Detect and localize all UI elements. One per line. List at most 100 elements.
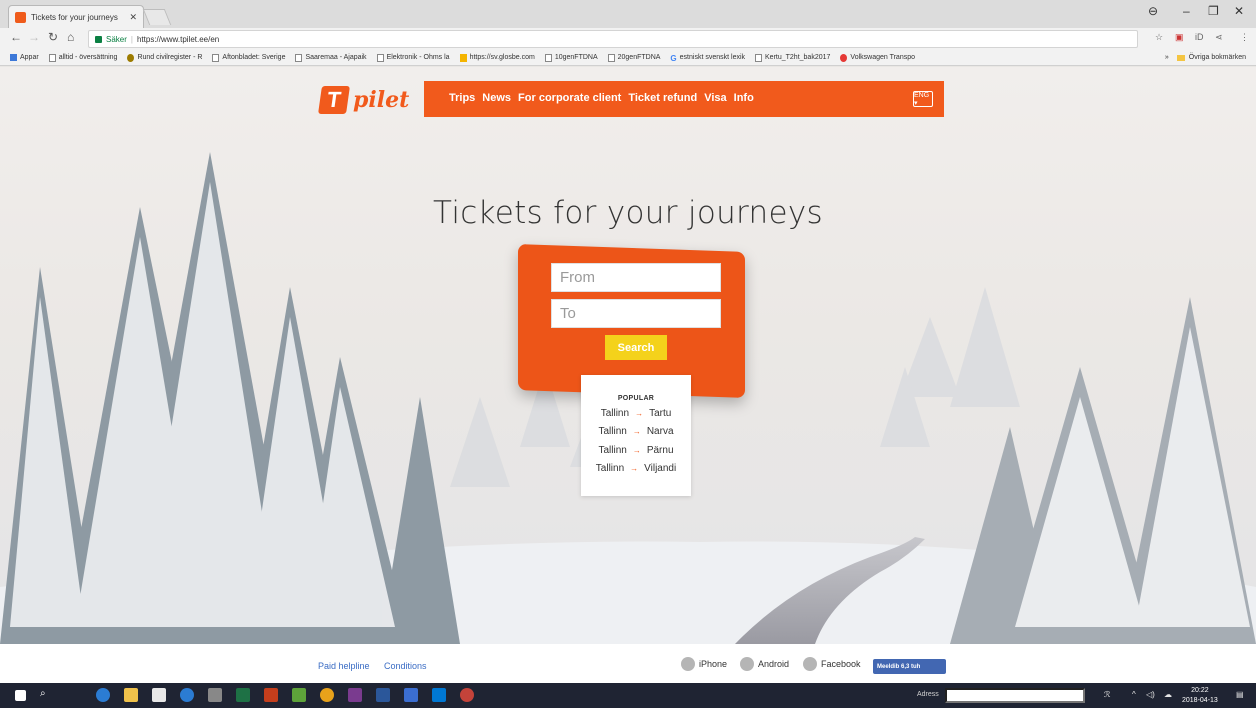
people-icon[interactable]: ℛ xyxy=(1104,690,1110,699)
nav-visa[interactable]: Visa xyxy=(704,92,726,104)
minimize-icon[interactable]: – xyxy=(1183,4,1190,18)
bookmark-label: Elektronik - Ohms la xyxy=(386,54,450,61)
app-red-icon[interactable] xyxy=(460,688,474,702)
bookmark-item[interactable]: Elektronik - Ohms la xyxy=(376,53,450,62)
other-bookmarks[interactable]: » Övriga bokmärken xyxy=(1165,54,1246,61)
menu-icon[interactable]: ⋮ xyxy=(1240,32,1249,43)
facebook-link[interactable]: Facebook xyxy=(803,657,861,671)
main-nav: Trips News For corporate client Ticket r… xyxy=(449,92,761,104)
extension-id-icon[interactable]: iD xyxy=(1195,32,1204,42)
window-close-icon[interactable]: ✕ xyxy=(1234,4,1244,18)
forward-icon[interactable]: → xyxy=(28,30,40,44)
facebook-like-button[interactable]: Meeldib 6,3 tuh xyxy=(873,659,946,674)
route-from: Tallinn xyxy=(598,426,627,438)
cloud-icon[interactable]: ☁ xyxy=(1164,690,1172,699)
app-icon[interactable] xyxy=(292,688,306,702)
route-to: Narva xyxy=(646,426,674,438)
tpilet-favicon-icon xyxy=(15,11,26,23)
extension-icon[interactable]: ▣ xyxy=(1175,32,1184,43)
bookmark-label: alltid - översättning xyxy=(58,54,118,61)
reload-icon[interactable]: ↻ xyxy=(48,30,58,44)
bookmark-item[interactable]: 10genFTDNA xyxy=(544,53,598,62)
android-icon xyxy=(740,657,754,671)
store-icon[interactable] xyxy=(152,688,166,702)
address-bar[interactable]: Säker | https://www.tpilet.ee/en xyxy=(88,30,1138,48)
bookmark-item[interactable]: Kertu_T2ht_bak2017 xyxy=(755,53,830,62)
route-from: Tallinn xyxy=(600,407,630,419)
glosbe-icon xyxy=(459,53,467,62)
nav-news[interactable]: News xyxy=(482,92,511,104)
hero-title: Tickets for your journeys xyxy=(433,195,823,231)
bookmark-star-icon[interactable]: ☆ xyxy=(1155,32,1163,43)
bookmark-apps[interactable]: Appar xyxy=(10,54,39,61)
profile-icon[interactable]: ⊖ xyxy=(1148,4,1158,18)
app-g-icon[interactable] xyxy=(404,688,418,702)
file-explorer-icon[interactable] xyxy=(124,688,138,702)
bookmark-item[interactable]: Aftonbladet: Sverige xyxy=(212,53,286,62)
bookmark-item[interactable]: Volkswagen Transpo xyxy=(840,53,916,62)
bookmark-label: https://sv.glosbe.com xyxy=(469,54,535,61)
page-icon xyxy=(607,53,615,62)
nav-trips[interactable]: Trips xyxy=(449,92,475,104)
arrow-right-icon: → xyxy=(635,408,644,418)
iphone-app-link[interactable]: iPhone xyxy=(681,657,727,671)
popular-route-tallinn-narva[interactable]: Tallinn → Narva xyxy=(581,423,691,442)
bookmark-label: Aftonbladet: Sverige xyxy=(222,54,286,61)
route-to: Tartu xyxy=(649,407,672,419)
clock-time: 20:22 xyxy=(1191,687,1209,694)
tab-close-icon[interactable]: ✕ xyxy=(129,12,137,23)
taskbar-address-input[interactable] xyxy=(945,688,1085,703)
nav-corporate-client[interactable]: For corporate client xyxy=(518,92,621,104)
bookmark-item[interactable]: https://sv.glosbe.com xyxy=(459,53,535,62)
system-clock[interactable]: 20:22 2018-04-13 xyxy=(1182,686,1218,706)
browser-tab[interactable]: Tickets for your journeys ✕ xyxy=(8,5,144,28)
home-icon[interactable]: ⌂ xyxy=(67,30,74,44)
language-selector[interactable]: ENG ▾ xyxy=(913,91,933,107)
windows-taskbar: ⌕ Adress ℛ ^ ◁) ☁ 20:22 2018-04-13 ▤ xyxy=(0,683,1256,708)
search-button[interactable]: Search xyxy=(605,335,667,360)
bookmark-item[interactable]: Rund civilregister - R xyxy=(127,53,202,62)
bookmark-item[interactable]: alltid - översättning xyxy=(48,53,118,62)
chevron-right-icon[interactable]: » xyxy=(1165,54,1169,61)
internet-explorer-icon[interactable] xyxy=(180,688,194,702)
windows-start-icon[interactable] xyxy=(15,690,26,701)
outlook-icon[interactable] xyxy=(432,688,446,702)
popular-route-tallinn-parnu[interactable]: Tallinn → Pärnu xyxy=(581,441,691,460)
other-bookmarks-label: Övriga bokmärken xyxy=(1188,54,1246,61)
bookmark-item[interactable]: Gestniskt svenskt lexik xyxy=(670,54,745,63)
notifications-icon[interactable]: ▤ xyxy=(1236,690,1244,699)
popular-route-tallinn-viljandi[interactable]: Tallinn → Viljandi xyxy=(581,460,691,479)
new-tab-button[interactable] xyxy=(142,9,172,25)
paid-helpline-link[interactable]: Paid helpline xyxy=(318,661,370,671)
powerpoint-icon[interactable] xyxy=(264,688,278,702)
tray-chevron-icon[interactable]: ^ xyxy=(1132,690,1136,699)
nav-info[interactable]: Info xyxy=(734,92,754,104)
excel-icon[interactable] xyxy=(236,688,250,702)
popular-route-tallinn-tartu[interactable]: Tallinn → Tartu xyxy=(581,404,691,423)
restore-icon[interactable]: ❐ xyxy=(1208,4,1219,18)
to-input[interactable] xyxy=(551,299,721,328)
volume-icon[interactable]: ◁) xyxy=(1146,690,1155,699)
page-icon xyxy=(48,53,56,62)
android-label: Android xyxy=(758,659,790,669)
bookmark-item[interactable]: 20genFTDNA xyxy=(607,53,660,62)
calculator-icon[interactable] xyxy=(208,688,222,702)
logo-mark: T xyxy=(318,86,350,114)
share-icon[interactable]: ⋖ xyxy=(1215,32,1223,43)
tpilet-logo[interactable]: T pilet xyxy=(318,83,409,117)
onenote-icon[interactable] xyxy=(348,688,362,702)
back-icon[interactable]: ← xyxy=(10,30,22,44)
arrow-right-icon: → xyxy=(630,464,639,474)
bookmark-item[interactable]: Saaremaa - Ajapaik xyxy=(295,53,367,62)
word-icon[interactable] xyxy=(376,688,390,702)
route-from: Tallinn xyxy=(595,463,625,475)
page-icon xyxy=(755,53,763,62)
from-input[interactable] xyxy=(551,263,721,292)
android-app-link[interactable]: Android xyxy=(740,657,789,671)
chrome-icon[interactable] xyxy=(320,688,334,702)
edge-icon[interactable] xyxy=(96,688,110,702)
bookmark-label: Volkswagen Transpo xyxy=(850,54,916,61)
search-icon[interactable]: ⌕ xyxy=(40,688,54,702)
nav-ticket-refund[interactable]: Ticket refund xyxy=(628,92,697,104)
conditions-link[interactable]: Conditions xyxy=(384,661,427,671)
